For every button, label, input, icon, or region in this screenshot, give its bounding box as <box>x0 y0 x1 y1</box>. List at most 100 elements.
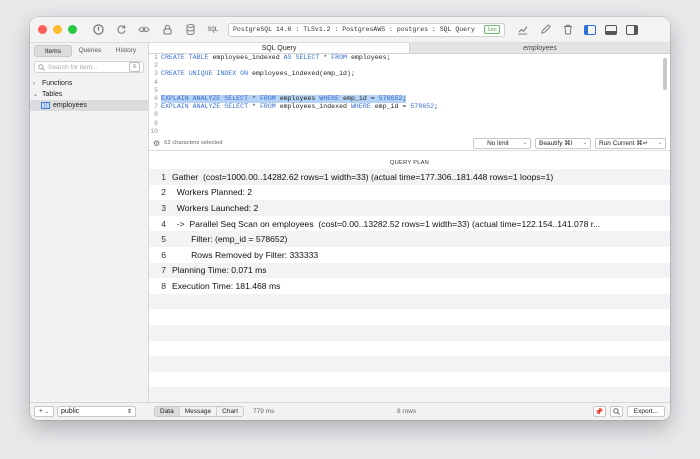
query-plan-cell[interactable]: Workers Launched: 2 <box>172 203 660 213</box>
connection-icon[interactable] <box>91 23 105 37</box>
item-tree: › Functions ⌄ Tables employees <box>30 78 148 111</box>
row-number: 4 <box>161 218 166 229</box>
toggle-sidebar-icon[interactable] <box>584 24 596 35</box>
app-window: SQL PostgreSQL 14.6 : TLSv1.2 : Postgres… <box>30 17 670 420</box>
connection-text: PostgreSQL 14.6 : TLSv1.2 : PostgresAWS … <box>233 26 475 33</box>
row-number: 8 <box>161 280 166 291</box>
trash-icon[interactable] <box>561 23 575 37</box>
table-row[interactable] <box>149 309 670 325</box>
chevron-down-icon: ⌄ <box>44 408 50 415</box>
code-number: 578652 <box>378 94 403 102</box>
minimize-window-button[interactable] <box>53 25 62 34</box>
sidebar-footer: + ⌄ public ⇕ <box>30 402 149 420</box>
segment-history[interactable]: History <box>108 45 144 57</box>
results-column-header[interactable]: QUERY PLAN <box>149 157 670 169</box>
run-current-button[interactable]: Run Current ⌘↵ ⌄ <box>595 137 666 149</box>
results-bottom-bar: Data Message Chart 779 ms 8 rows 📌 Expor… <box>149 402 670 420</box>
segment-items[interactable]: Items <box>34 45 72 57</box>
code-keyword: EXPLAIN ANALYZE SELECT <box>161 94 249 102</box>
table-row[interactable] <box>149 293 670 310</box>
line-number: 6 <box>154 94 158 102</box>
view-message-button[interactable]: Message <box>180 407 218 416</box>
database-icon[interactable] <box>183 23 197 37</box>
code-keyword: WHERE <box>350 103 371 111</box>
table-row[interactable]: 5 Filter: (emp_id = 578652) <box>149 231 670 247</box>
connection-bar[interactable]: PostgreSQL 14.6 : TLSv1.2 : PostgresAWS … <box>228 22 505 37</box>
pen-icon[interactable] <box>538 23 552 37</box>
code-keyword: FROM <box>259 94 276 102</box>
refresh-icon[interactable] <box>114 23 128 37</box>
line-number: 3 <box>154 70 158 78</box>
toggle-console-icon[interactable] <box>605 24 617 35</box>
table-row[interactable] <box>149 340 670 357</box>
code-text: ; <box>402 94 407 102</box>
code-text: employees_indexed <box>208 54 284 61</box>
segment-queries[interactable]: Queries <box>72 45 108 57</box>
toolbar: SQL PostgreSQL 14.6 : TLSv1.2 : Postgres… <box>30 17 670 43</box>
row-number: 3 <box>161 202 166 213</box>
code-number: 578652 <box>410 103 435 111</box>
table-row[interactable] <box>149 371 670 388</box>
filter-icon[interactable]: ≡ <box>129 62 140 72</box>
code-line: 8 <box>149 111 670 119</box>
toggle-inspector-icon[interactable] <box>626 24 638 35</box>
table-row[interactable] <box>149 387 670 402</box>
table-row[interactable] <box>149 356 670 372</box>
gear-icon[interactable]: ⚙ <box>153 139 160 148</box>
editor-status-bar: ⚙ 62 characters selected No limit ⌄ Beau… <box>149 136 670 151</box>
table-row[interactable]: 4 -> Parallel Seq Scan on employees (cos… <box>149 215 670 232</box>
table-row[interactable]: 8 Execution Time: 181.468 ms <box>149 278 670 294</box>
zoom-window-button[interactable] <box>68 25 77 34</box>
tab-employees[interactable]: employees <box>409 43 670 53</box>
table-row[interactable]: 3 Workers Launched: 2 <box>149 200 670 216</box>
window-controls <box>38 25 77 34</box>
query-plan-cell[interactable]: Planning Time: 0.071 ms <box>172 265 660 275</box>
beautify-button[interactable]: Beautify ⌘I ⌄ <box>535 137 591 149</box>
sql-editor[interactable]: 1 CREATE TABLE employees_indexed AS SELE… <box>149 54 670 136</box>
schema-select[interactable]: public ⇕ <box>57 406 136 417</box>
preview-eye-icon[interactable] <box>137 23 151 37</box>
code-line-selected: 6 EXPLAIN ANALYZE SELECT * FROM employee… <box>149 94 670 104</box>
tab-sql-query[interactable]: SQL Query <box>149 43 409 53</box>
add-item-button[interactable]: + ⌄ <box>34 406 54 417</box>
table-row[interactable] <box>149 324 670 341</box>
query-plan-cell[interactable]: Rows Removed by Filter: 333333 <box>172 250 660 260</box>
selection-count: 62 characters selected <box>164 140 223 146</box>
code-text: * <box>248 94 260 102</box>
table-row[interactable]: 6 Rows Removed by Filter: 333333 <box>149 246 670 263</box>
sidebar: Items Queries History ≡ › Functions ⌄ Ta… <box>30 43 149 420</box>
code-keyword: EXPLAIN ANALYZE SELECT <box>161 103 249 111</box>
chart-icon[interactable] <box>515 23 529 37</box>
view-chart-button[interactable]: Chart <box>217 407 243 416</box>
query-plan-cell[interactable]: Execution Time: 181.468 ms <box>172 281 660 291</box>
limit-select[interactable]: No limit ⌄ <box>473 137 531 149</box>
query-plan-cell[interactable]: Workers Planned: 2 <box>172 187 660 197</box>
table-row[interactable]: 7 Planning Time: 0.071 ms <box>149 262 670 279</box>
query-plan-cell[interactable]: -> Parallel Seq Scan on employees (cost=… <box>172 219 660 229</box>
search-icon[interactable] <box>609 406 623 417</box>
export-button[interactable]: Export... <box>626 406 665 417</box>
tree-item-employees[interactable]: employees <box>30 100 148 111</box>
tree-group-tables[interactable]: ⌄ Tables <box>30 89 148 100</box>
query-plan-cell[interactable]: Filter: (emp_id = 578652) <box>172 234 660 244</box>
code-keyword: CREATE UNIQUE INDEX ON <box>161 70 249 78</box>
line-number: 8 <box>154 111 158 119</box>
editor-scrollbar[interactable] <box>663 58 667 90</box>
table-row[interactable]: 2 Workers Planned: 2 <box>149 184 670 201</box>
tab-bar: SQL Query employees <box>149 43 670 54</box>
table-row[interactable]: 1 Gather (cost=1000.00..14282.62 rows=1 w… <box>149 169 670 185</box>
schema-value: public <box>61 408 80 415</box>
sidebar-search: ≡ <box>34 61 144 73</box>
row-number: 5 <box>161 234 166 245</box>
line-number: 2 <box>154 62 158 70</box>
view-data-button[interactable]: Data <box>155 407 180 416</box>
close-window-button[interactable] <box>38 25 47 34</box>
sql-editor-icon[interactable]: SQL <box>206 23 220 37</box>
pin-icon[interactable]: 📌 <box>592 406 606 417</box>
query-plan-cell[interactable]: Gather (cost=1000.00..14282.62 rows=1 wi… <box>172 172 660 182</box>
lock-icon[interactable] <box>160 23 174 37</box>
line-number: 4 <box>154 78 158 86</box>
search-input[interactable] <box>48 63 123 71</box>
tree-group-functions[interactable]: › Functions <box>30 78 148 89</box>
code-line: 3 CREATE UNIQUE INDEX ON employees_index… <box>149 70 670 78</box>
